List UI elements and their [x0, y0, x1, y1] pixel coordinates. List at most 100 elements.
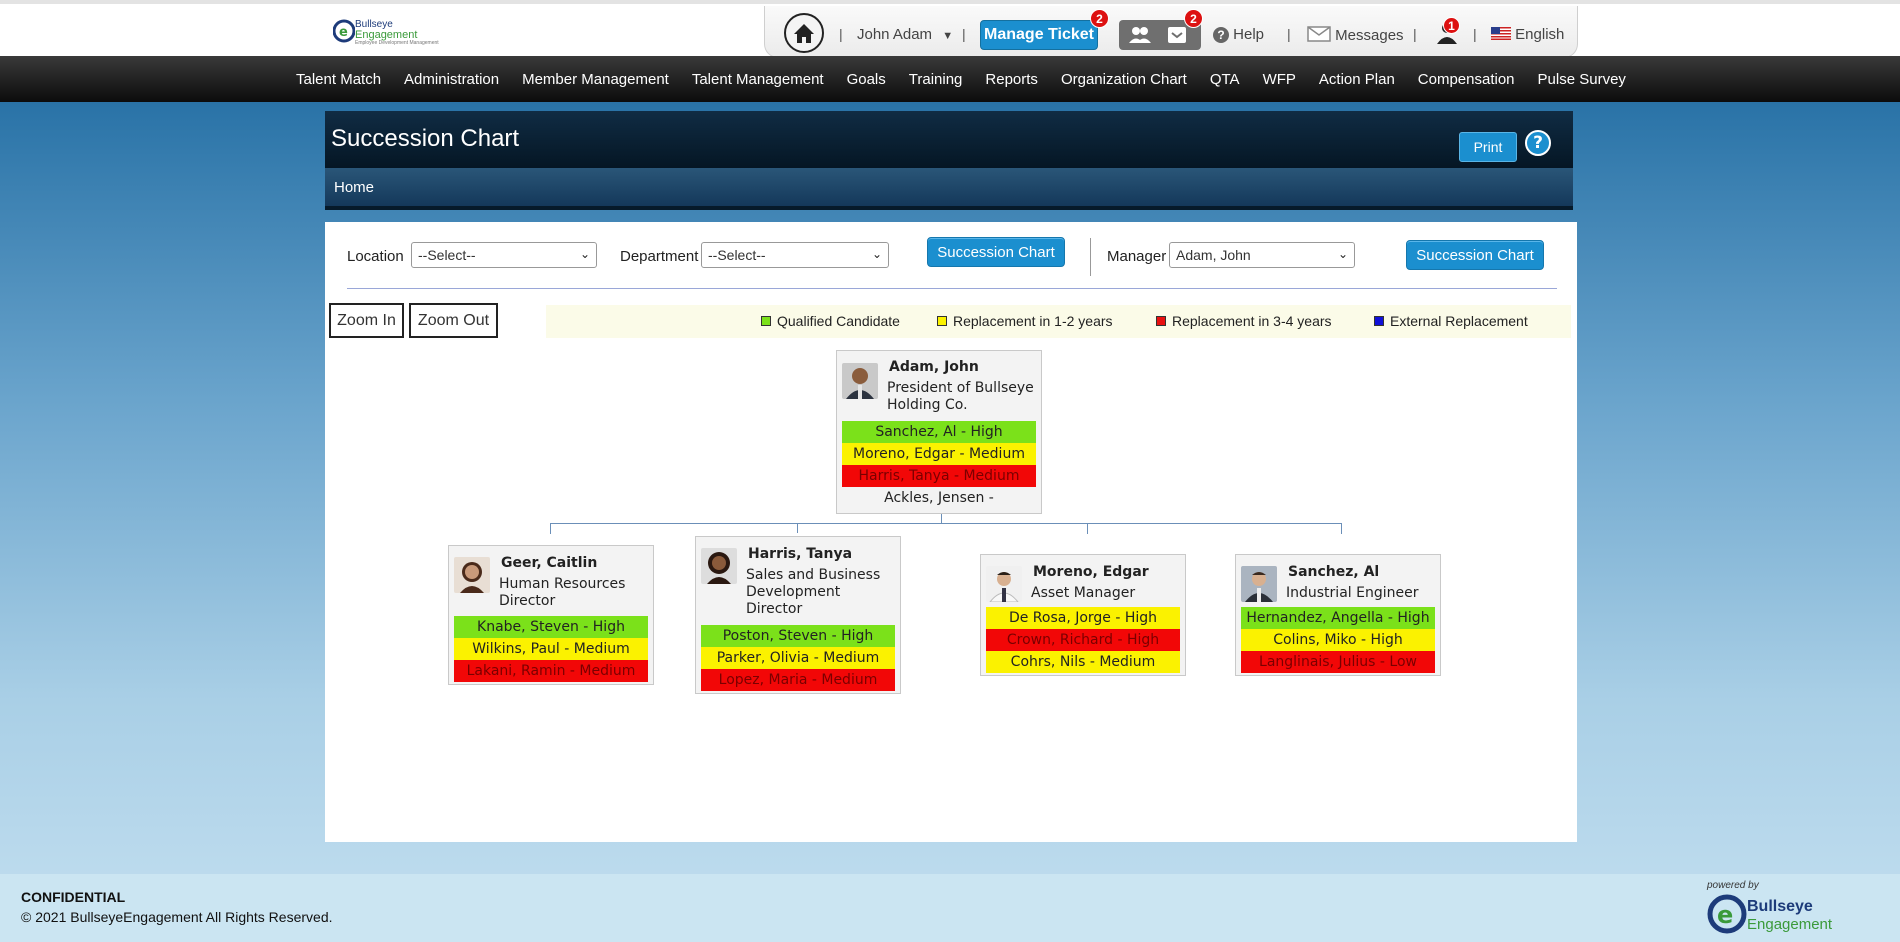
- candidate-row[interactable]: Harris, Tanya - Medium: [842, 465, 1036, 487]
- candidate-row[interactable]: Ackles, Jensen -: [842, 487, 1036, 509]
- separator: |: [962, 26, 966, 42]
- main-content: Location --Select-- ⌄ Department --Selec…: [325, 222, 1577, 842]
- brand-line1: Bullseye: [1747, 898, 1813, 915]
- separator: |: [1413, 26, 1417, 42]
- nav-talent-match[interactable]: Talent Match: [296, 71, 381, 88]
- home-icon: [794, 24, 814, 43]
- org-node-harris-tanya[interactable]: Harris, Tanya Sales and Business Develop…: [695, 536, 901, 694]
- org-node-root[interactable]: Adam, John President of Bullseye Holding…: [836, 350, 1042, 514]
- inbox-icon[interactable]: [1165, 24, 1189, 46]
- zoom-in-button[interactable]: Zoom In: [329, 303, 404, 338]
- candidate-row[interactable]: Moreno, Edgar - Medium: [842, 443, 1036, 465]
- candidate-row[interactable]: Knabe, Steven - High: [454, 616, 648, 638]
- legend-external: External Replacement: [1374, 313, 1528, 329]
- nav-qta[interactable]: QTA: [1210, 71, 1240, 88]
- chevron-down-icon: ⌄: [871, 247, 882, 261]
- legend-label: External Replacement: [1390, 313, 1528, 329]
- print-button[interactable]: Print: [1459, 132, 1517, 162]
- location-select-value: --Select--: [418, 247, 476, 263]
- legend-swatch-blue: [1374, 316, 1384, 326]
- powered-by-logo[interactable]: powered by e Bullseye Engagement: [1707, 880, 1877, 938]
- candidate-row[interactable]: Crown, Richard - High: [986, 629, 1180, 651]
- candidate-row[interactable]: Poston, Steven - High: [701, 625, 895, 647]
- employee-name: Sanchez, Al: [1288, 564, 1380, 580]
- chevron-down-icon: ⌄: [579, 247, 590, 261]
- employee-name: Harris, Tanya: [748, 546, 853, 562]
- zoom-out-button[interactable]: Zoom Out: [409, 303, 498, 338]
- candidate-row[interactable]: Lopez, Maria - Medium: [701, 669, 895, 691]
- org-node-sanchez-al[interactable]: Sanchez, Al Industrial Engineer Hernande…: [1235, 554, 1441, 676]
- user-menu[interactable]: John Adam ▼: [857, 26, 953, 43]
- logo-mark-icon: e: [1707, 894, 1747, 934]
- nav-wfp[interactable]: WFP: [1263, 71, 1296, 88]
- connector-line: [550, 523, 551, 534]
- svg-text:e: e: [339, 25, 348, 40]
- manager-select[interactable]: Adam, John ⌄: [1169, 242, 1355, 268]
- nav-training[interactable]: Training: [909, 71, 963, 88]
- chevron-down-icon: ⌄: [1337, 247, 1348, 261]
- app-logo[interactable]: e Bullseye Engagement Employee Developme…: [332, 18, 443, 52]
- messages-link[interactable]: Messages: [1307, 26, 1404, 44]
- department-label: Department: [620, 248, 699, 265]
- avatar: [986, 566, 1022, 602]
- nav-talent-management[interactable]: Talent Management: [692, 71, 824, 88]
- connector-line: [550, 523, 1342, 524]
- help-icon: ?: [1213, 27, 1229, 43]
- candidate-row[interactable]: Colins, Miko - High: [1241, 629, 1435, 651]
- legend-qualified: Qualified Candidate: [761, 313, 900, 329]
- manager-label: Manager: [1107, 248, 1167, 265]
- location-select[interactable]: --Select-- ⌄: [411, 242, 597, 268]
- page-header: Succession Chart Print ?: [325, 111, 1573, 168]
- breadcrumb-bar: Home: [325, 168, 1573, 210]
- page-title: Succession Chart: [331, 125, 520, 152]
- candidate-row[interactable]: De Rosa, Jorge - High: [986, 607, 1180, 629]
- org-node-moreno-edgar[interactable]: Moreno, Edgar Asset Manager De Rosa, Jor…: [980, 554, 1186, 676]
- nav-member-management[interactable]: Member Management: [522, 71, 669, 88]
- candidate-row[interactable]: Parker, Olivia - Medium: [701, 647, 895, 669]
- department-select[interactable]: --Select-- ⌄: [701, 242, 889, 268]
- succession-chart-button-manager[interactable]: Succession Chart: [1406, 240, 1544, 270]
- nav-organization-chart[interactable]: Organization Chart: [1061, 71, 1187, 88]
- language-selector[interactable]: English: [1491, 26, 1564, 43]
- users-icon[interactable]: [1127, 25, 1153, 45]
- copyright-text: © 2021 BullseyeEngagement All Rights Res…: [21, 909, 333, 925]
- nav-reports[interactable]: Reports: [985, 71, 1038, 88]
- candidate-row[interactable]: Langlinais, Julius - Low: [1241, 651, 1435, 673]
- alerts-badge: 1: [1443, 17, 1460, 34]
- candidate-row[interactable]: Hernandez, Angella - High: [1241, 607, 1435, 629]
- nav-action-plan[interactable]: Action Plan: [1319, 71, 1395, 88]
- connector-line: [1341, 523, 1342, 534]
- breadcrumb-home[interactable]: Home: [334, 179, 374, 196]
- logo-text: Bullseye Engagement Employee Development…: [355, 20, 439, 47]
- filter-divider: [1090, 238, 1091, 276]
- separator: |: [1473, 26, 1477, 42]
- candidate-row[interactable]: Lakani, Ramin - Medium: [454, 660, 648, 682]
- footer: CONFIDENTIAL © 2021 BullseyeEngagement A…: [0, 874, 1900, 942]
- employee-title: Sales and Business Development Director: [746, 567, 881, 617]
- nav-pulse-survey[interactable]: Pulse Survey: [1538, 71, 1626, 88]
- nav-compensation[interactable]: Compensation: [1418, 71, 1515, 88]
- org-node-geer-caitlin[interactable]: Geer, Caitlin Human Resources Director K…: [448, 545, 654, 685]
- page-help-icon[interactable]: ?: [1525, 130, 1551, 156]
- nav-goals[interactable]: Goals: [847, 71, 886, 88]
- caret-down-icon: ▼: [942, 30, 954, 42]
- messages-label: Messages: [1335, 27, 1404, 44]
- logo-line2: Engagement: [355, 29, 418, 41]
- nav-administration[interactable]: Administration: [404, 71, 499, 88]
- help-label: Help: [1233, 26, 1265, 43]
- candidate-row[interactable]: Wilkins, Paul - Medium: [454, 638, 648, 660]
- avatar: [454, 557, 490, 593]
- employee-title: Industrial Engineer: [1286, 585, 1419, 601]
- home-button[interactable]: [784, 13, 824, 53]
- manage-ticket-button[interactable]: Manage Ticket: [980, 20, 1098, 50]
- legend-label: Qualified Candidate: [777, 313, 900, 329]
- candidate-row[interactable]: Cohrs, Nils - Medium: [986, 651, 1180, 673]
- svg-text:e: e: [1717, 901, 1733, 929]
- help-link[interactable]: ? Help: [1213, 26, 1264, 43]
- candidate-row[interactable]: Sanchez, Al - High: [842, 421, 1036, 443]
- employee-name: Geer, Caitlin: [501, 555, 598, 571]
- inbox-badge: 2: [1184, 9, 1203, 28]
- employee-title: President of Bullseye Holding Co.: [887, 380, 1034, 413]
- succession-chart-button-filters[interactable]: Succession Chart: [927, 237, 1065, 267]
- avatar: [842, 363, 878, 399]
